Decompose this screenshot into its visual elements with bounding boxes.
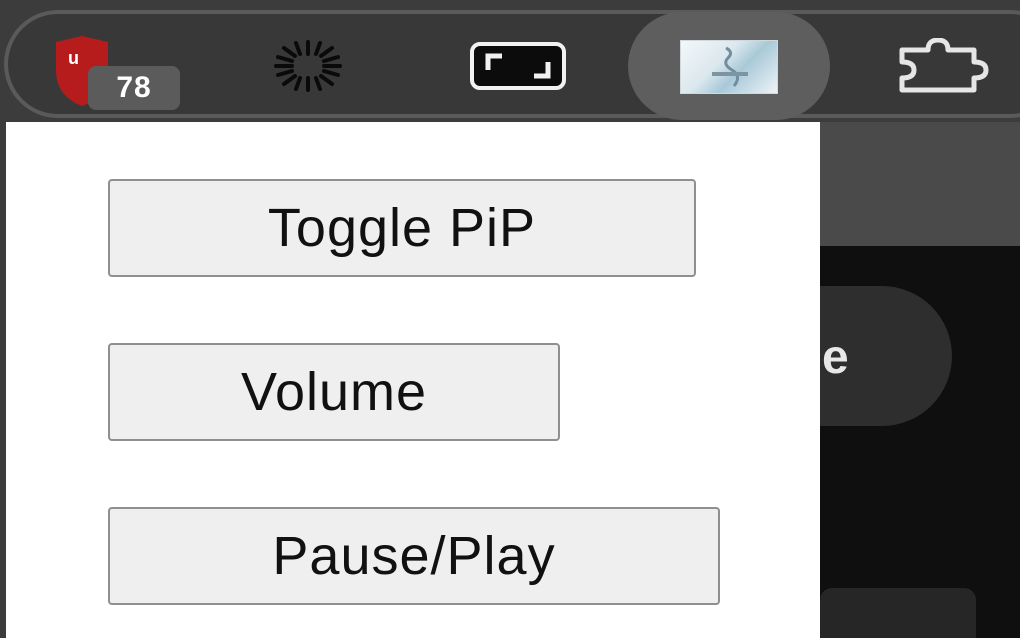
- fullscreen-icon: [470, 42, 566, 90]
- blocked-count-badge: 78: [88, 66, 180, 110]
- puzzle-icon: [899, 38, 989, 93]
- svg-text:u: u: [68, 48, 79, 68]
- video-thumbnail-extension-button[interactable]: [680, 40, 778, 94]
- page-partial-text: e: [822, 331, 849, 384]
- thumbnail-icon: [712, 46, 748, 87]
- pip-extension-button[interactable]: [466, 40, 570, 92]
- extensions-toolbar: u 78: [0, 0, 1020, 122]
- loading-extension-button[interactable]: [258, 38, 358, 94]
- spinner-icon: [274, 40, 342, 92]
- pause-play-button[interactable]: Pause/Play: [108, 507, 720, 605]
- volume-button[interactable]: Volume: [108, 343, 560, 441]
- page-card: [820, 588, 976, 638]
- extensions-menu-button[interactable]: [892, 38, 996, 94]
- browser-window: e u 78 Toggle PiP Volume Pause/Play: [0, 0, 1020, 638]
- extension-popup: Toggle PiP Volume Pause/Play: [6, 122, 820, 638]
- toggle-pip-button[interactable]: Toggle PiP: [108, 179, 696, 277]
